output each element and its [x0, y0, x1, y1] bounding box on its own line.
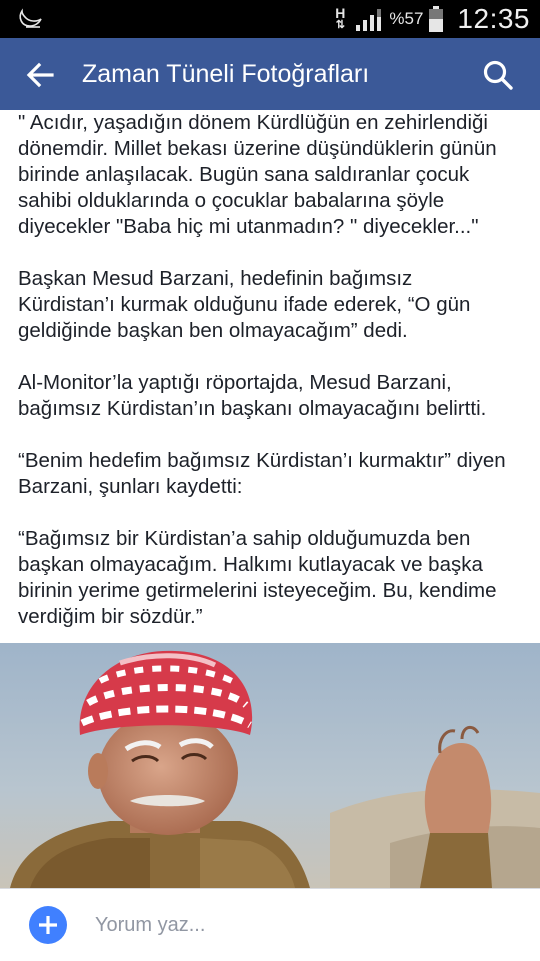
article-line: birinde anlaşılacak. Bugün sana saldıran… [18, 163, 470, 186]
add-button[interactable] [29, 906, 67, 944]
article-paragraph: Başkan Mesud Barzani, hedefinin bağımsız… [18, 266, 528, 344]
page-title: Zaman Tüneli Fotoğrafları [82, 60, 370, 88]
article-line: “Benim hedefim bağımsız Kürdistan’ı kurm… [18, 449, 506, 472]
moon-notification-icon [19, 8, 42, 28]
signal-strength-icon [356, 9, 382, 31]
article-line: geldiğinde başkan ben olmayacağım” dedi. [18, 319, 408, 342]
article-paragraph: " Acıdır, yaşadığın dönem Kürdlüğün en z… [18, 110, 528, 240]
article-line: başkan olmayacağım. Halkımı kutlayacak v… [18, 553, 483, 576]
article-paragraph: Al-Monitor’la yaptığı röportajda, Mesud … [18, 370, 528, 422]
comment-bar [0, 888, 540, 961]
article-paragraph: “Benim hedefim bağımsız Kürdistan’ı kurm… [18, 448, 528, 500]
article-line: Al-Monitor’la yaptığı röportajda, Mesud … [18, 371, 452, 394]
article-line: verdiğim bir sözdür.” [18, 605, 203, 628]
man-in-turban-illustration [0, 643, 540, 888]
article-line: bağımsız Kürdistan’ın başkanı olmayacağı… [18, 397, 487, 420]
back-arrow-icon[interactable] [20, 55, 60, 95]
status-bar: H ⇅ %57 12:35 [0, 0, 540, 38]
article-line: “Bağımsız bir Kürdistan’a sahip olduğumu… [18, 527, 471, 550]
article-text: " Acıdır, yaşadığın dönem Kürdlüğün en z… [18, 110, 528, 656]
article-line: diyecekler "Baba hiç mi utanmadın? " diy… [18, 215, 479, 238]
battery-icon [429, 6, 444, 32]
article-line: sahibi olduklarında o çocuklar babaların… [18, 189, 445, 212]
article-line: dönemdir. Millet bekası üzerine düşündük… [18, 137, 497, 160]
clock: 12:35 [457, 3, 530, 34]
article-line: Kürdistan’ı kurmak olduğunu ifade ederek… [18, 293, 471, 316]
comment-input[interactable] [95, 909, 495, 941]
battery-percent: %57 [389, 9, 424, 28]
article-line: birinin yerime getirmelerini isteyeceğim… [18, 579, 497, 602]
network-type: H ⇅ [335, 5, 346, 31]
search-icon[interactable] [478, 55, 518, 95]
article-line: Barzani, şunları kaydetti: [18, 475, 243, 498]
article-paragraph: “Bağımsız bir Kürdistan’a sahip olduğumu… [18, 526, 528, 630]
article-line: Başkan Mesud Barzani, hedefinin bağımsız [18, 267, 413, 290]
article-line: " Acıdır, yaşadığın dönem Kürdlüğün en z… [18, 111, 488, 134]
post-photo[interactable] [0, 643, 540, 888]
app-bar: Zaman Tüneli Fotoğrafları [0, 38, 540, 110]
plus-icon [39, 916, 57, 934]
